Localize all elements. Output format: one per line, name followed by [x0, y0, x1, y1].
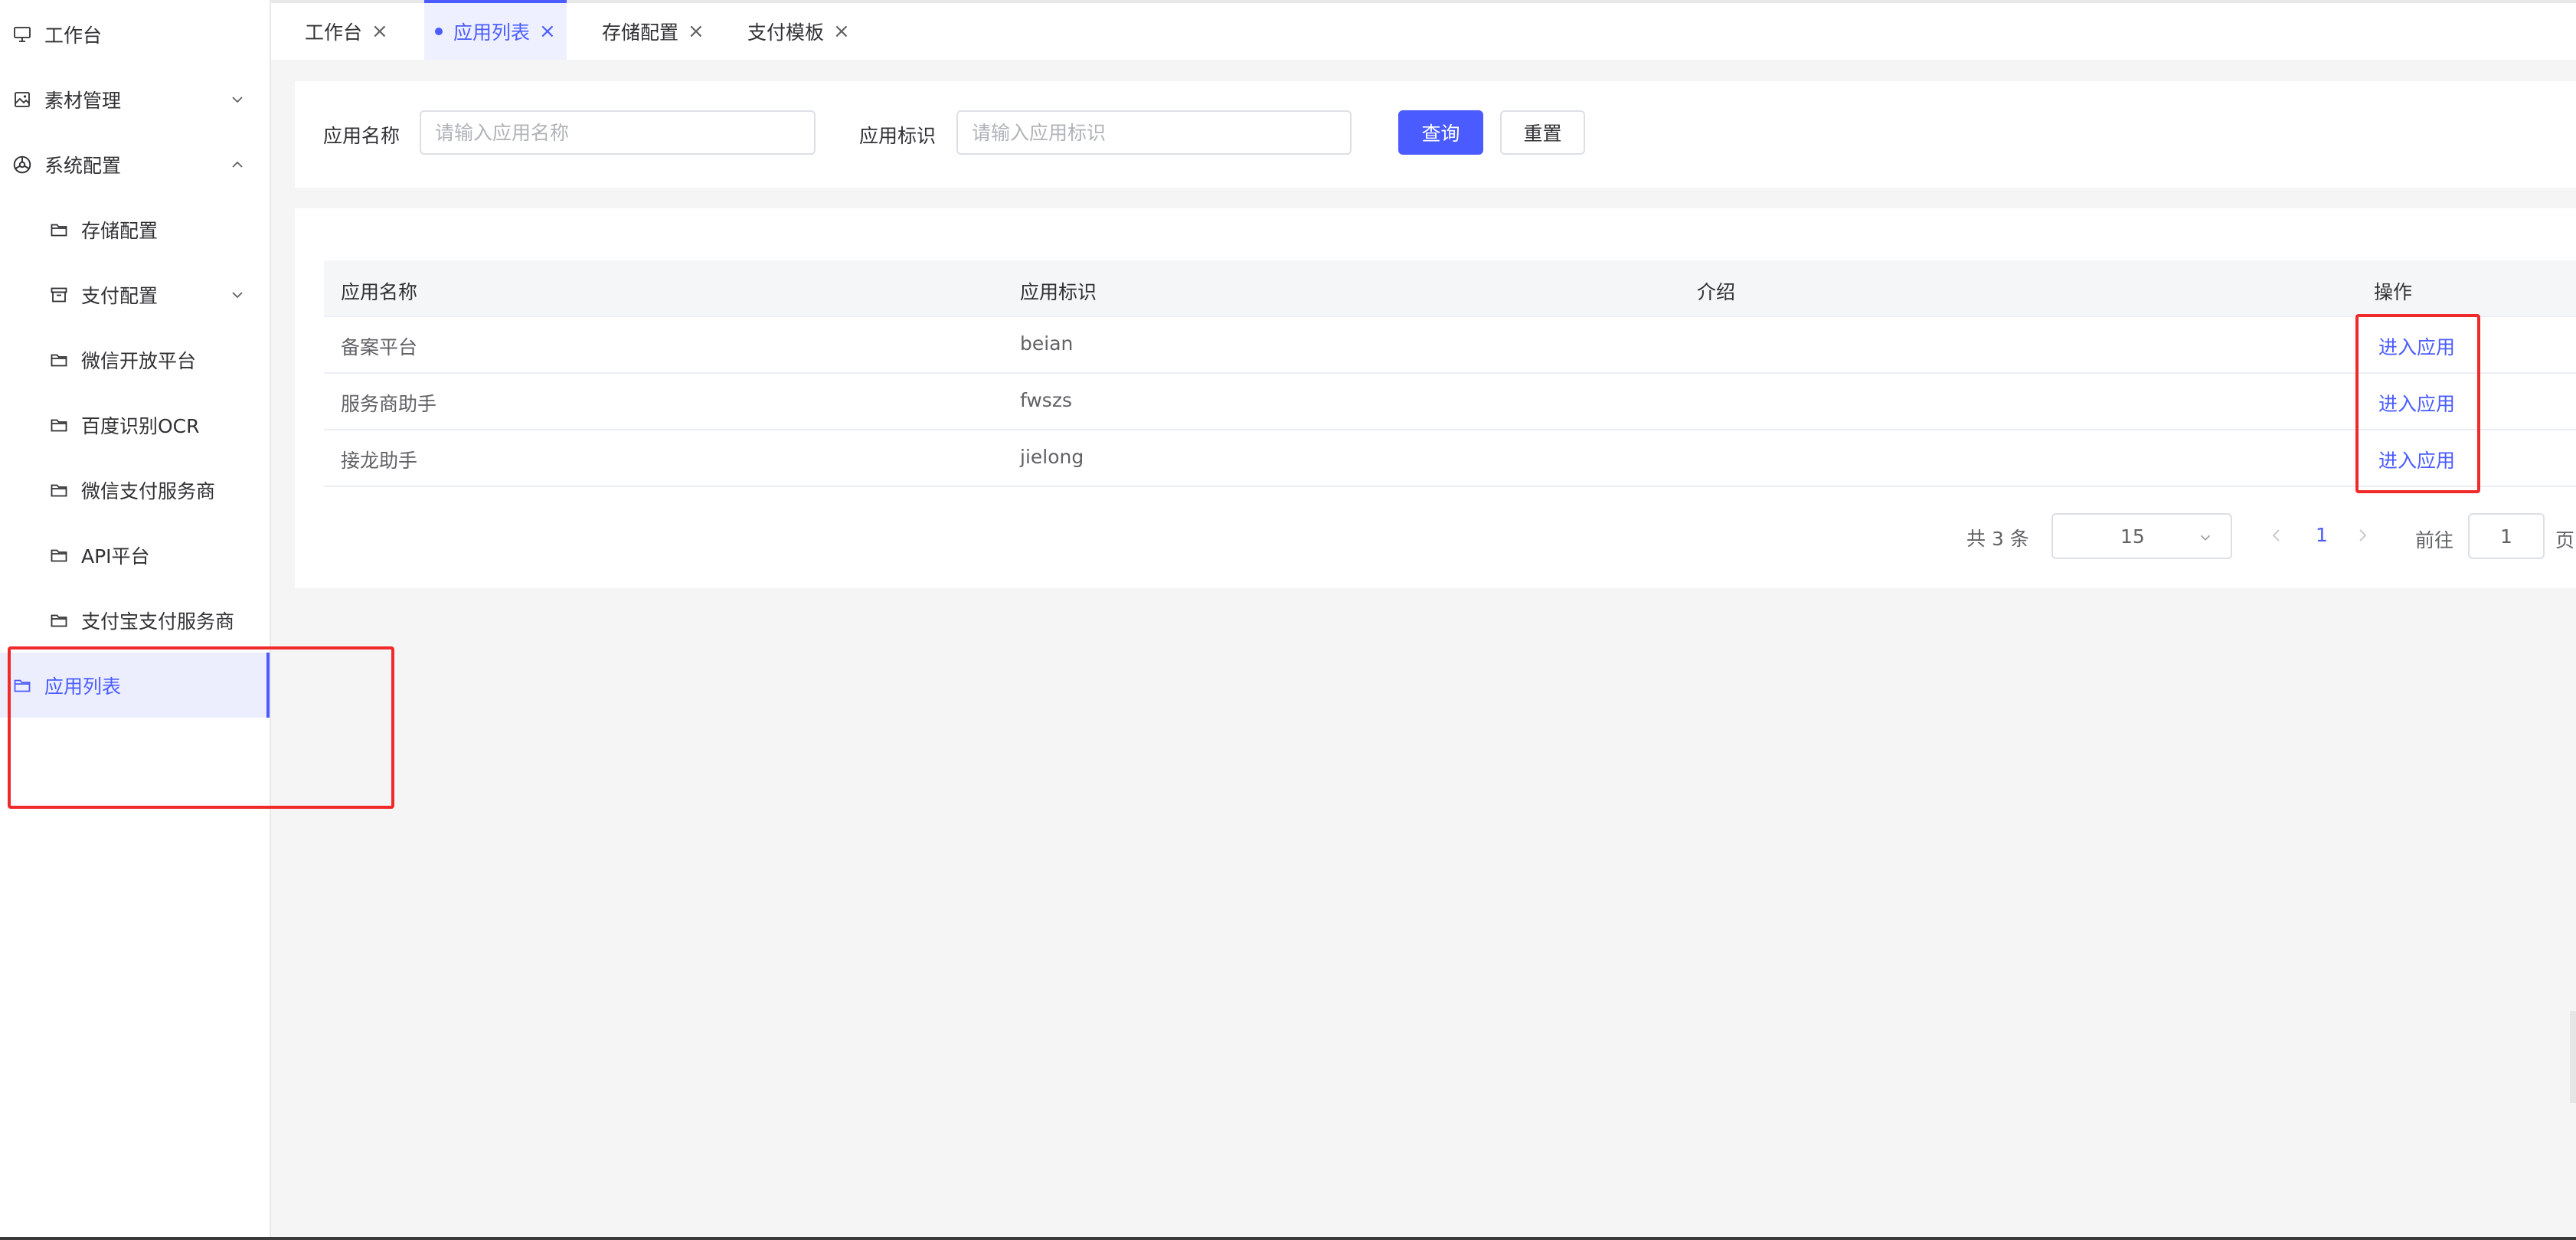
sidebar-item-api-platform[interactable]: API平台 [0, 522, 270, 587]
app-key-label: 应用标识 [859, 125, 937, 147]
folder-icon [47, 218, 70, 241]
table-panel: 应用名称 应用标识 介绍 操作 备案平台 beian 进入应用 服务商助手 fw… [295, 208, 2576, 588]
tab-payment-template[interactable]: 支付模板 × [737, 3, 861, 60]
sidebar-item-label: 工作台 [44, 24, 103, 47]
search-panel: 应用名称 应用标识 查询 重置 [295, 81, 2576, 188]
chevron-down-icon [228, 286, 247, 304]
sidebar-item-label: 应用列表 [44, 675, 122, 698]
sidebar-item-label: 百度识别OCR [81, 414, 200, 437]
goto-label: 前往 [2415, 529, 2454, 551]
folder-icon [47, 544, 70, 567]
tab-label: 工作台 [305, 21, 363, 44]
close-icon[interactable]: × [539, 20, 556, 43]
current-page-number[interactable]: 1 [2316, 524, 2328, 546]
close-icon[interactable]: × [371, 20, 388, 43]
enter-app-link[interactable]: 进入应用 [2378, 332, 2455, 360]
pagination-total: 共 3 条 [1966, 528, 2029, 550]
sidebar-item-label: 素材管理 [44, 89, 122, 112]
app-key-cell: beian [1020, 332, 1074, 355]
goto-page-input[interactable] [2468, 513, 2545, 559]
sidebar-item-app-list[interactable]: 应用列表 [0, 653, 270, 718]
sidebar-item-storage-config[interactable]: 存储配置 [0, 197, 270, 262]
sidebar-item-label: API平台 [81, 545, 150, 568]
folder-icon [47, 348, 70, 371]
active-dot [435, 28, 443, 35]
next-page-icon[interactable] [2353, 524, 2372, 547]
query-button[interactable]: 查询 [1398, 110, 1483, 155]
window-bottom-edge [0, 1237, 2576, 1240]
monitor-icon [11, 23, 34, 46]
reset-button[interactable]: 重置 [1500, 110, 1585, 155]
tab-app-list[interactable]: 应用列表 × [424, 0, 567, 60]
sidebar-item-label: 存储配置 [81, 219, 159, 242]
enter-app-link[interactable]: 进入应用 [2378, 446, 2455, 473]
app-key-cell: jielong [1020, 446, 1084, 468]
app-key-cell: fwszs [1020, 389, 1072, 411]
archive-icon [47, 283, 70, 306]
sidebar-item-system-config[interactable]: 系统配置 [0, 132, 270, 197]
table-header: 应用名称 应用标识 介绍 操作 [324, 260, 2576, 317]
app-name-cell: 接龙助手 [341, 450, 418, 472]
app-name-cell: 备案平台 [341, 336, 418, 358]
sidebar-item-label: 支付配置 [81, 284, 159, 307]
folder-icon [47, 609, 70, 632]
tab-bar: 工作台 × 应用列表 × 存储配置 × 支付模板 × [271, 0, 2576, 60]
chevron-down-icon [2197, 528, 2214, 545]
sidebar-item-payment-config[interactable]: 支付配置 [0, 262, 270, 327]
sidebar-item-label: 支付宝支付服务商 [81, 610, 235, 633]
column-header: 应用名称 [341, 281, 418, 303]
tab-label: 应用列表 [453, 21, 531, 44]
app-name-input[interactable] [420, 110, 816, 155]
folder-icon [47, 479, 70, 502]
tab-label: 支付模板 [747, 21, 825, 44]
scroll-edge [2570, 1011, 2576, 1103]
sidebar-item-alipay-provider[interactable]: 支付宝支付服务商 [0, 587, 270, 653]
page-size-select[interactable]: 15 [2051, 513, 2232, 559]
close-icon[interactable]: × [833, 20, 850, 43]
chevron-down-icon [228, 90, 247, 109]
app-name-label: 应用名称 [323, 125, 400, 147]
sidebar-item-materials[interactable]: 素材管理 [0, 67, 270, 132]
sidebar-item-label: 微信支付服务商 [81, 479, 216, 502]
table-row: 接龙助手 jielong 进入应用 [324, 430, 2576, 487]
column-header: 操作 [2374, 281, 2413, 303]
tab-storage-config[interactable]: 存储配置 × [591, 3, 715, 60]
system-icon [11, 153, 34, 176]
sidebar-item-label: 系统配置 [44, 154, 122, 177]
sidebar: 工作台 素材管理 系统配置 存储配置 支付配置 微信开放平台 百度识别OCR 微… [0, 0, 271, 1240]
chevron-up-icon [228, 155, 247, 174]
enter-app-link[interactable]: 进入应用 [2378, 389, 2455, 417]
close-icon[interactable]: × [688, 20, 704, 43]
image-icon [11, 88, 34, 111]
tab-label: 存储配置 [602, 21, 679, 44]
page-size-value: 15 [2120, 525, 2145, 548]
page-suffix: 页 [2555, 529, 2575, 551]
column-header: 应用标识 [1020, 281, 1097, 303]
table-row: 服务商助手 fwszs 进入应用 [324, 374, 2576, 430]
table-row: 备案平台 beian 进入应用 [324, 317, 2576, 374]
sidebar-item-wechat-pay-provider[interactable]: 微信支付服务商 [0, 457, 270, 522]
sidebar-item-baidu-ocr[interactable]: 百度识别OCR [0, 392, 270, 457]
sidebar-item-label: 微信开放平台 [81, 349, 197, 372]
folder-icon [47, 414, 70, 437]
prev-page-icon[interactable] [2267, 524, 2286, 547]
sidebar-item-workbench[interactable]: 工作台 [0, 2, 270, 67]
app-name-cell: 服务商助手 [341, 393, 437, 415]
tab-workbench[interactable]: 工作台 × [294, 3, 399, 60]
column-header: 介绍 [1697, 281, 1736, 303]
sidebar-item-wechat-open-platform[interactable]: 微信开放平台 [0, 327, 270, 392]
app-key-input[interactable] [956, 110, 1352, 155]
folder-icon [11, 674, 34, 697]
